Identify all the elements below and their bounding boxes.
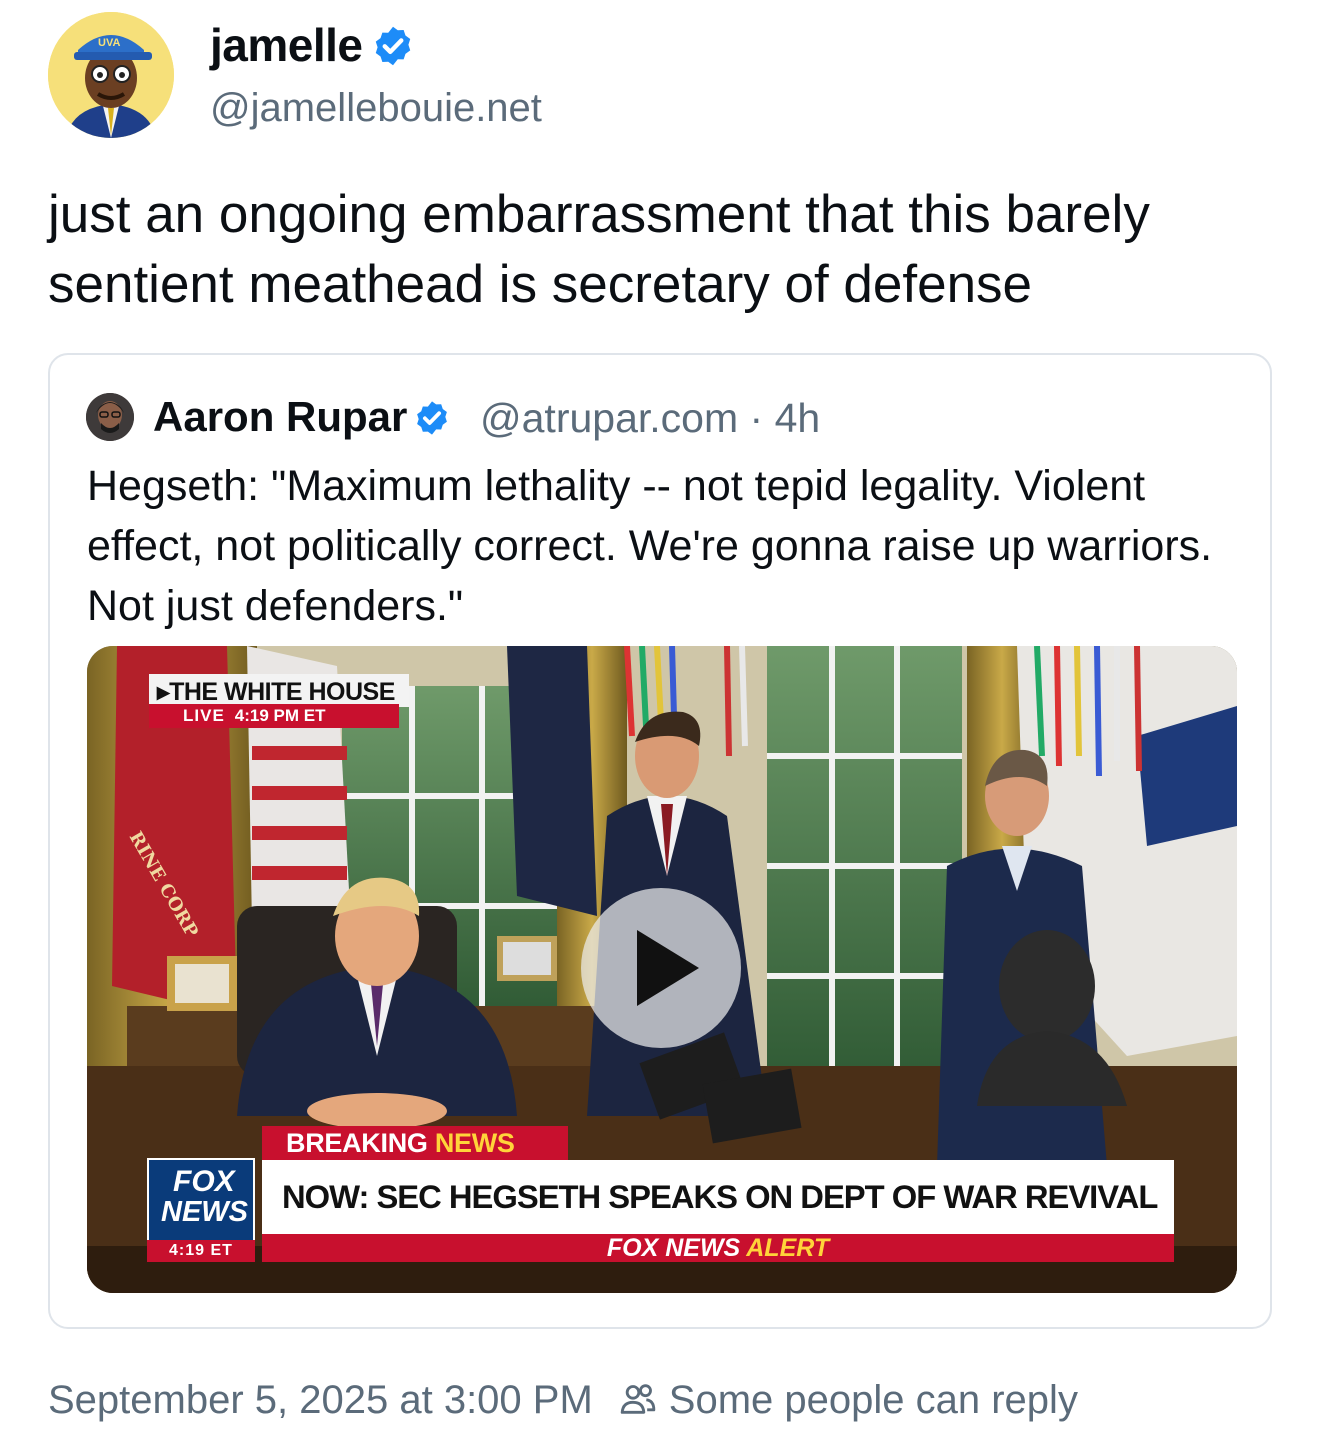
location-tag: ▸THE WHITE HOUSE bbox=[149, 674, 409, 707]
location-tag-text: THE WHITE HOUSE bbox=[169, 678, 395, 706]
alert-prefix: FOX NEWS bbox=[606, 1234, 741, 1262]
verified-badge-icon bbox=[417, 401, 448, 435]
avatar-photo-icon bbox=[86, 393, 134, 441]
author-display-name[interactable]: jamelle bbox=[210, 18, 415, 72]
meta-separator: · bbox=[749, 395, 764, 441]
author-name-text: jamelle bbox=[210, 19, 363, 71]
post-text: just an ongoing embarrassment that this … bbox=[48, 185, 1150, 314]
reply-setting[interactable]: Some people can reply bbox=[669, 1378, 1078, 1422]
breaking-word: BREAKING bbox=[286, 1128, 428, 1158]
quoted-author-handle[interactable]: @atrupar.com bbox=[480, 395, 738, 441]
cartoon-avatar-icon: UVA bbox=[48, 12, 174, 138]
headline-text: NOW: SEC HEGSETH SPEAKS ON DEPT OF WAR R… bbox=[282, 1178, 1158, 1215]
quoted-meta: @atrupar.com · 4h bbox=[480, 395, 820, 442]
video-player[interactable]: RINE CORP ▸THE WHITE HOUSE LIVE 4:19 PM … bbox=[87, 646, 1237, 1293]
quoted-post-card[interactable]: Aaron Rupar @atrupar.com · 4h Hegseth: "… bbox=[48, 353, 1272, 1329]
author-handle[interactable]: @jamellebouie.net bbox=[210, 86, 542, 131]
quoted-author-name-text: Aaron Rupar bbox=[153, 393, 408, 440]
verified-badge-icon bbox=[375, 26, 410, 66]
quoted-author-avatar[interactable] bbox=[86, 393, 134, 441]
news-word: NEWS bbox=[434, 1128, 515, 1158]
breaking-news-bar: BREAKING NEWS bbox=[262, 1126, 568, 1160]
author-avatar[interactable]: UVA bbox=[48, 12, 174, 138]
hat-text: UVA bbox=[98, 37, 120, 49]
live-label: LIVE bbox=[183, 706, 225, 725]
alert-bar: FOX NEWS ALERT bbox=[262, 1234, 1174, 1262]
people-icon bbox=[620, 1384, 656, 1415]
logo-time: 4:19 ET bbox=[147, 1240, 255, 1262]
live-time: 4:19 PM ET bbox=[234, 706, 326, 725]
quoted-post-text: Hegseth: "Maximum lethality -- not tepid… bbox=[87, 462, 1213, 630]
play-triangle-icon: ▸ bbox=[157, 678, 170, 706]
logo-fox-text: FOX bbox=[173, 1165, 235, 1198]
quoted-author-name[interactable]: Aaron Rupar bbox=[153, 393, 451, 441]
play-icon bbox=[637, 930, 699, 1006]
post-timestamp[interactable]: September 5, 2025 at 3:00 PM bbox=[48, 1378, 593, 1422]
quoted-post-age[interactable]: 4h bbox=[775, 395, 821, 441]
live-banner: LIVE 4:19 PM ET bbox=[149, 704, 399, 728]
alert-word: ALERT bbox=[746, 1234, 830, 1262]
logo-news-text: NEWS bbox=[161, 1196, 248, 1228]
headline-bar: NOW: SEC HEGSETH SPEAKS ON DEPT OF WAR R… bbox=[262, 1160, 1174, 1234]
post-footer: September 5, 2025 at 3:00 PM Some people… bbox=[48, 1378, 1078, 1423]
play-button[interactable] bbox=[581, 888, 741, 1048]
